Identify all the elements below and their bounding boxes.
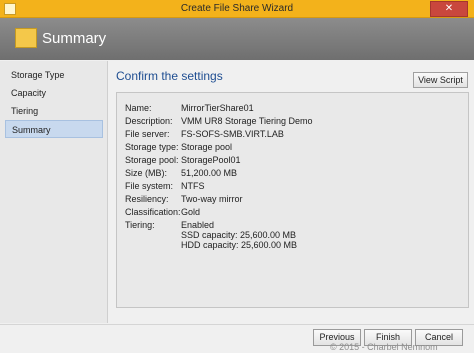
settings-panel: Name: MirrorTierShare01 Description: VMM… (116, 92, 469, 308)
setting-value: 51,200.00 MB (181, 168, 238, 178)
watermark: © 2015 - Charbel Nemnom (330, 342, 438, 352)
step-capacity[interactable]: Capacity (5, 84, 103, 102)
setting-label: Resiliency: (125, 194, 169, 204)
setting-value: FS-SOFS-SMB.VIRT.LAB (181, 129, 284, 139)
setting-label: Description: (125, 116, 173, 126)
folder-icon (15, 28, 37, 48)
setting-label: File system: (125, 181, 174, 191)
section-title: Confirm the settings (116, 69, 223, 83)
setting-label: Tiering: (125, 220, 155, 230)
setting-label: Classification: (125, 207, 181, 217)
view-script-button[interactable]: View Script (413, 72, 468, 88)
hdd-capacity: HDD capacity: 25,600.00 MB (181, 240, 298, 250)
step-tiering[interactable]: Tiering (5, 102, 103, 120)
step-storage-type[interactable]: Storage Type (5, 66, 103, 84)
setting-label: Storage pool: (125, 155, 179, 165)
setting-label: File server: (125, 129, 170, 139)
page-title: Summary (42, 30, 107, 47)
setting-value: NTFS (181, 181, 205, 191)
setting-label: Name: (125, 103, 152, 113)
step-summary[interactable]: Summary (5, 120, 103, 138)
window-title: Create File Share Wizard (180, 3, 294, 14)
setting-value: StoragePool01 (181, 155, 241, 165)
tiering-status: Enabled (181, 220, 215, 230)
main-content: Confirm the settings View Script Name: M… (108, 61, 474, 323)
setting-value-multiline: Enabled SSD capacity: 25,600.00 MB HDD c… (181, 220, 457, 250)
ssd-capacity: SSD capacity: 25,600.00 MB (181, 230, 297, 240)
wizard-header: Summary (0, 18, 474, 60)
setting-value: MirrorTierShare01 (181, 103, 254, 113)
setting-label: Size (MB): (125, 168, 168, 178)
setting-value: Storage pool (181, 142, 233, 152)
setting-label: Storage type: (125, 142, 179, 152)
setting-value: Gold (181, 207, 201, 217)
wizard-steps: Storage Type Capacity Tiering Summary (0, 61, 108, 323)
setting-value: VMM UR8 Storage Tiering Demo (181, 116, 313, 126)
title-bar: Create File Share Wizard ✕ (0, 0, 474, 18)
close-button[interactable]: ✕ (430, 1, 468, 17)
setting-value: Two-way mirror (181, 194, 243, 204)
